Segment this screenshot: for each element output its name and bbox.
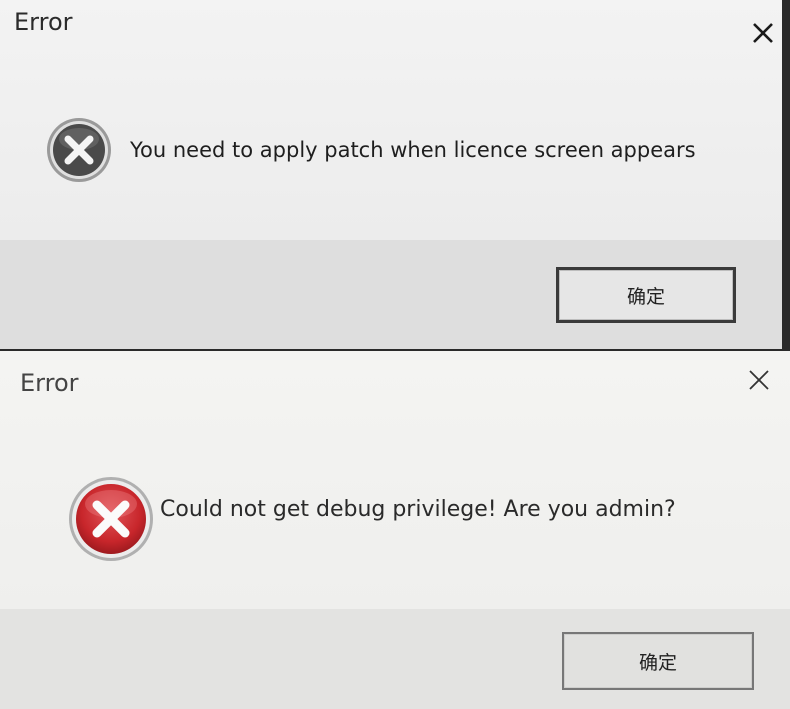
close-button[interactable] (744, 365, 774, 395)
dialog-title: Error (14, 8, 73, 36)
close-button[interactable] (748, 18, 778, 48)
error-dialog-1: Error You need to apply patch when licen… (0, 0, 782, 349)
ok-button[interactable]: 确定 (556, 267, 736, 323)
dialog-content (0, 0, 782, 240)
error-message: You need to apply patch when licence scr… (130, 138, 696, 162)
ok-button[interactable]: 确定 (562, 632, 754, 690)
error-icon (46, 117, 112, 183)
error-message: Could not get debug privilege! Are you a… (160, 497, 676, 522)
close-icon (749, 370, 769, 390)
close-icon (753, 23, 773, 43)
dialog-title: Error (20, 369, 79, 397)
error-icon (68, 476, 154, 562)
error-dialog-2: Error Could not get debug privilege! Are… (0, 351, 790, 709)
